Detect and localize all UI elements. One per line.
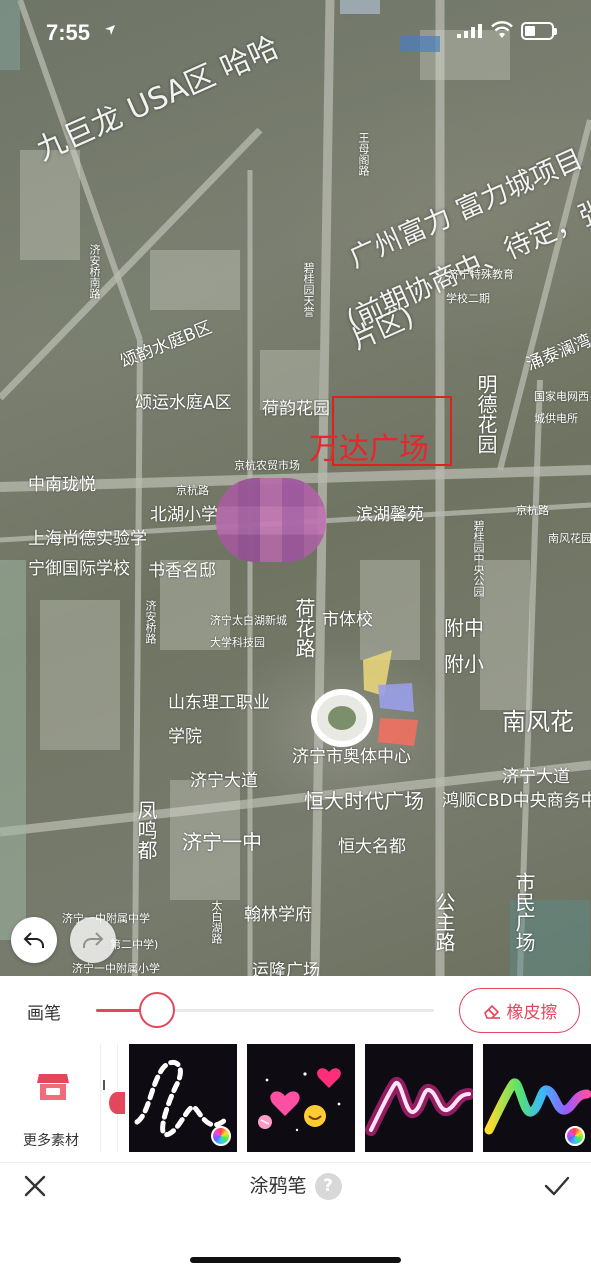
poi-taibai: 济宁太白湖新城 [210, 614, 287, 627]
slider-thumb[interactable] [138, 992, 175, 1028]
heart-emoji-brush-preview [258, 1068, 341, 1132]
road-wangmu: 王母阁路 [357, 132, 370, 176]
poi-mingde: 明德花园 [474, 374, 498, 454]
pixelated-redaction [216, 478, 326, 562]
poi-xuexiao: 学校二期 [446, 292, 490, 305]
more-materials-label: 更多素材 [23, 1133, 79, 1149]
poi-fuxiao: 附小 [444, 652, 484, 676]
poi-binhu: 滨湖馨苑 [356, 505, 424, 525]
poi-shimin: 市民广场 [512, 872, 536, 952]
doodle-panel: 画笔 橡皮擦 更多素材 涂鸦笔 ? [0, 976, 591, 1279]
road-jiningdadao-right: 济宁大道 [502, 767, 570, 787]
road-jinan: 济安桥南路 [88, 244, 101, 299]
annotation-wanda: 万达广场 [309, 432, 429, 467]
poi-shandong-ligong: 山东理工职业 [168, 693, 270, 713]
poi-chengxin: 城供电所 [534, 412, 578, 425]
poi-beihu: 北湖小学 [150, 505, 218, 525]
color-wheel-icon [565, 1126, 585, 1146]
poi-fuxiaoxue: 济宁一中附属小学 [72, 962, 160, 975]
color-wheel-icon [211, 1126, 231, 1146]
poi-ningyu: 宁御国际学校 [28, 559, 130, 579]
poi-zhongnan: 中南珑悦 [28, 475, 96, 495]
redo-icon [83, 932, 104, 948]
undo-icon [23, 932, 44, 948]
poi-shanghai: 上海尚德实验学 [28, 529, 147, 549]
poi-guojia: 国家电网西 [534, 390, 589, 403]
home-indicator [190, 1257, 401, 1263]
status-time: 7:55 [46, 20, 91, 45]
poi-jining-yizhong: 济宁一中 [182, 830, 262, 854]
road-jinan-2: 济安桥路 [144, 600, 157, 644]
map-canvas[interactable]: 九巨龙 USA区 哈哈 广州富力 富力城项目 (前期协商中、待定，张 片区) 颂… [0, 0, 591, 976]
poi-songyun-a: 颂运水庭A区 [135, 393, 232, 413]
poi-yunlong: 运隆广场 [252, 961, 320, 976]
poi-aoti: 济宁市奥体中心 [292, 747, 411, 767]
bottom-action-bar: 涂鸦笔? [0, 1162, 591, 1222]
location-arrow-icon [105, 25, 115, 35]
poi-heyun: 荷韵花园 [262, 399, 330, 419]
brush-tile-dashed[interactable] [129, 1044, 237, 1152]
eraser-icon [483, 1004, 500, 1019]
road-hehua: 荷花路 [292, 598, 316, 658]
brush-tile-partial[interactable] [100, 1044, 125, 1152]
road-taibai: 太白湖路 [210, 900, 223, 944]
eraser-button[interactable]: 橡皮擦 [459, 988, 580, 1033]
panel-title: 涂鸦笔? [0, 1171, 591, 1200]
help-icon[interactable]: ? [314, 1173, 342, 1200]
poi-hongshun: 鸿顺CBD中央商务中 [442, 791, 591, 811]
confirm-check-icon[interactable] [543, 1173, 571, 1199]
poi-jinghang-market: 京杭农贸市场 [234, 459, 300, 472]
poi-hengda-mingdu: 恒大名都 [338, 837, 406, 857]
road-gongzhu: 公主路 [432, 892, 456, 952]
brush-tile-neon[interactable] [365, 1044, 473, 1152]
poi-bihuanyuan: 碧桂园天誉 [302, 262, 315, 317]
undo-button[interactable] [11, 917, 57, 963]
brush-style-strip: 更多素材 [0, 1044, 591, 1152]
poi-erzhong: 第二中学) [110, 938, 159, 951]
brush-label: 画笔 [27, 1004, 61, 1024]
redo-button[interactable] [70, 917, 116, 963]
poi-xueyuan: 学院 [168, 727, 202, 747]
poi-hanlin: 翰林学府 [244, 905, 312, 925]
eraser-label: 橡皮擦 [506, 1003, 558, 1023]
road-bihuan-park: 碧桂园中央公园 [472, 520, 485, 597]
poi-hengda: 恒大时代广场 [304, 789, 424, 813]
neon-pink-brush-preview [365, 1076, 473, 1136]
more-materials-button[interactable]: 更多素材 [0, 1044, 104, 1152]
brush-tile-hearts[interactable] [247, 1044, 355, 1152]
cellular-signal-icon [457, 24, 482, 38]
road-jinghang-2: 京杭路 [516, 504, 549, 517]
poi-nanfeng: 南风花 [502, 708, 574, 736]
poi-shuxiang: 书香名邸 [148, 561, 216, 581]
poi-fuzhong: 附中 [444, 616, 484, 640]
status-bar: 7:55 [0, 0, 591, 60]
poi-fengming: 凤鸣都 [134, 800, 158, 860]
battery-icon [521, 22, 557, 40]
poi-teshu: 济宁特殊教育 [448, 268, 514, 281]
wifi-icon [491, 21, 513, 38]
brush-size-row: 画笔 橡皮擦 [0, 976, 591, 1044]
store-icon [37, 1074, 69, 1100]
panel-title-text: 涂鸦笔 [249, 1175, 307, 1197]
brush-tile-rainbow[interactable] [483, 1044, 591, 1152]
poi-shitixiao: 市体校 [322, 610, 373, 630]
road-jinghang-1: 京杭路 [176, 484, 209, 497]
poi-daxue: 大学科技园 [210, 636, 265, 649]
poi-nanfeng-garden: 南风花园 [548, 532, 591, 545]
road-jiningdadao-left: 济宁大道 [190, 771, 258, 791]
